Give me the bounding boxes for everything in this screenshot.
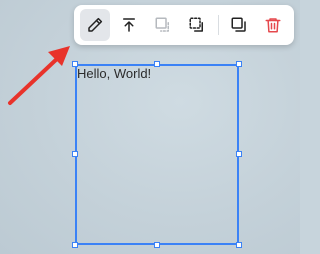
pencil-icon <box>88 17 103 32</box>
send-backward-button[interactable] <box>182 9 212 41</box>
delete-button[interactable] <box>258 9 288 41</box>
bring-to-front-button[interactable] <box>114 9 144 41</box>
copy-icon <box>231 17 246 32</box>
resize-handle-left[interactable] <box>72 151 78 157</box>
layers-backward-icon <box>189 17 203 32</box>
layers-back-icon <box>155 17 169 32</box>
resize-handle-top[interactable] <box>154 61 160 67</box>
trash-icon <box>265 18 281 33</box>
send-to-back-button[interactable] <box>148 9 178 41</box>
resize-handle-right[interactable] <box>236 151 242 157</box>
edit-button[interactable] <box>80 9 110 41</box>
selection-box[interactable] <box>75 64 239 245</box>
resize-handle-bottom-left[interactable] <box>72 242 78 248</box>
text-element[interactable]: Hello, World! <box>77 66 151 82</box>
toolbar-divider <box>218 15 219 35</box>
arrow-up-to-line-icon <box>123 18 135 32</box>
duplicate-button[interactable] <box>224 9 254 41</box>
resize-handle-bottom[interactable] <box>154 242 160 248</box>
element-toolbar <box>74 5 294 45</box>
resize-handle-top-left[interactable] <box>72 61 78 67</box>
resize-handle-top-right[interactable] <box>236 61 242 67</box>
resize-handle-bottom-right[interactable] <box>236 242 242 248</box>
